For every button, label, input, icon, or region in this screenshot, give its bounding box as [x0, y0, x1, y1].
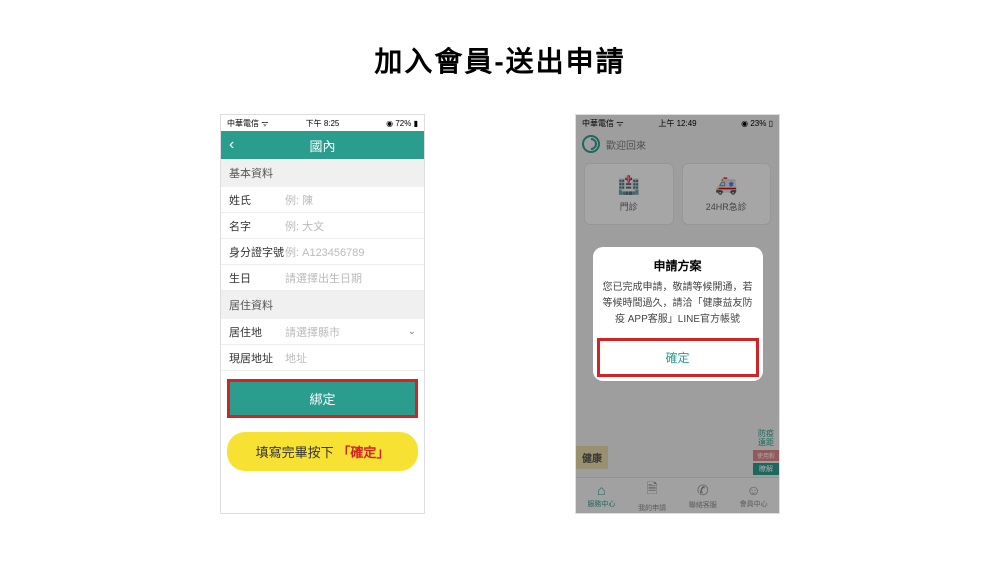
field-city[interactable]: 居住地 請選擇縣市 ⌄ — [221, 319, 424, 345]
status-time: 下午 8:25 — [221, 118, 424, 129]
field-birthday[interactable]: 生日 請選擇出生日期 — [221, 265, 424, 291]
placeholder-city: 請選擇縣市 — [285, 324, 408, 340]
phones-row: 中華電信 ᯤ 下午 8:25 ◉ 72% ▮ ‹ 國內 基本資料 姓氏 例: 陳… — [0, 114, 1000, 514]
dialog: 申請方案 您已完成申請，敬請等候開通，若等候時間過久，請洽「健康益友防疫 APP… — [593, 247, 763, 381]
dialog-body: 您已完成申請，敬請等候開通，若等候時間過久，請洽「健康益友防疫 APP客服」LI… — [593, 280, 763, 338]
field-id-no[interactable]: 身分證字號 例: A123456789 — [221, 239, 424, 265]
page-title: 加入會員-送出申請 — [0, 0, 1000, 80]
label-address: 現居地址 — [229, 350, 285, 366]
label-last-name: 姓氏 — [229, 192, 285, 208]
placeholder-address: 地址 — [285, 350, 416, 366]
phone-1: 中華電信 ᯤ 下午 8:25 ◉ 72% ▮ ‹ 國內 基本資料 姓氏 例: 陳… — [220, 114, 425, 514]
label-city: 居住地 — [229, 324, 285, 340]
field-last-name[interactable]: 姓氏 例: 陳 — [221, 187, 424, 213]
nav-title: 國內 — [309, 136, 335, 155]
label-birthday: 生日 — [229, 270, 285, 286]
label-id-no: 身分證字號 — [229, 244, 285, 260]
section-basic: 基本資料 — [221, 159, 424, 187]
back-icon[interactable]: ‹ — [229, 137, 234, 153]
status-bar: 中華電信 ᯤ 下午 8:25 ◉ 72% ▮ — [221, 115, 424, 131]
section-residence: 居住資料 — [221, 291, 424, 319]
placeholder-birthday: 請選擇出生日期 — [285, 270, 416, 286]
field-address[interactable]: 現居地址 地址 — [221, 345, 424, 371]
nav-bar: ‹ 國內 — [221, 131, 424, 159]
modal-overlay: 申請方案 您已完成申請，敬請等候開通，若等候時間過久，請洽「健康益友防疫 APP… — [576, 115, 779, 513]
chevron-down-icon: ⌄ — [408, 326, 416, 337]
confirm-button[interactable]: 確定 — [597, 338, 759, 377]
dialog-title: 申請方案 — [593, 247, 763, 280]
label-first-name: 名字 — [229, 218, 285, 234]
callout-text: 填寫完畢按下 — [256, 445, 334, 460]
bind-button[interactable]: 綁定 — [227, 379, 418, 418]
callout: 填寫完畢按下 「確定」 — [227, 432, 418, 471]
placeholder-last-name: 例: 陳 — [285, 192, 416, 208]
phone-2: 中華電信 ᯤ 上午 12:49 ◉ 23% ▯ 歡迎回來 🏥 門診 🚑 24HR… — [575, 114, 780, 514]
callout-highlight: 「確定」 — [337, 445, 389, 460]
placeholder-first-name: 例: 大文 — [285, 218, 416, 234]
placeholder-id-no: 例: A123456789 — [285, 244, 416, 260]
field-first-name[interactable]: 名字 例: 大文 — [221, 213, 424, 239]
